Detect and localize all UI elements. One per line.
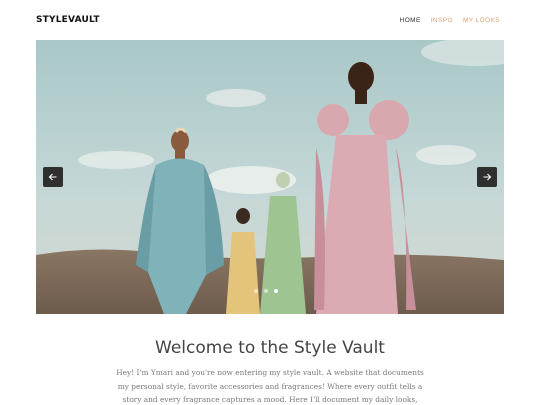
intro-line: story and every fragrance captures a moo… <box>122 395 418 404</box>
carousel-next-button[interactable] <box>477 167 497 187</box>
intro-line: Hey! I'm Ymari and you're now entering m… <box>116 368 424 377</box>
carousel-dot-2[interactable] <box>264 289 268 293</box>
carousel-dot-1[interactable] <box>254 289 258 293</box>
carousel-indicators <box>254 289 278 293</box>
intro-line: my personal style, favorite accessories … <box>117 381 423 391</box>
nav-home-link[interactable]: HOME <box>400 17 421 24</box>
arrow-right-icon <box>483 173 492 181</box>
main-nav: HOME INSPO MY LOOKS <box>400 17 500 24</box>
hero-slide-image <box>36 40 504 314</box>
intro-paragraph: Hey! I'm Ymari and you're now entering m… <box>110 366 430 405</box>
brand-logo[interactable]: STYLEVAULT <box>36 15 100 25</box>
page-title: Welcome to the Style Vault <box>155 338 385 358</box>
carousel-prev-button[interactable] <box>43 167 63 187</box>
carousel-dot-3[interactable] <box>274 289 278 293</box>
nav-my-looks-link[interactable]: MY LOOKS <box>463 17 500 24</box>
arrow-left-icon <box>48 173 57 181</box>
nav-inspo-link[interactable]: INSPO <box>431 17 453 24</box>
